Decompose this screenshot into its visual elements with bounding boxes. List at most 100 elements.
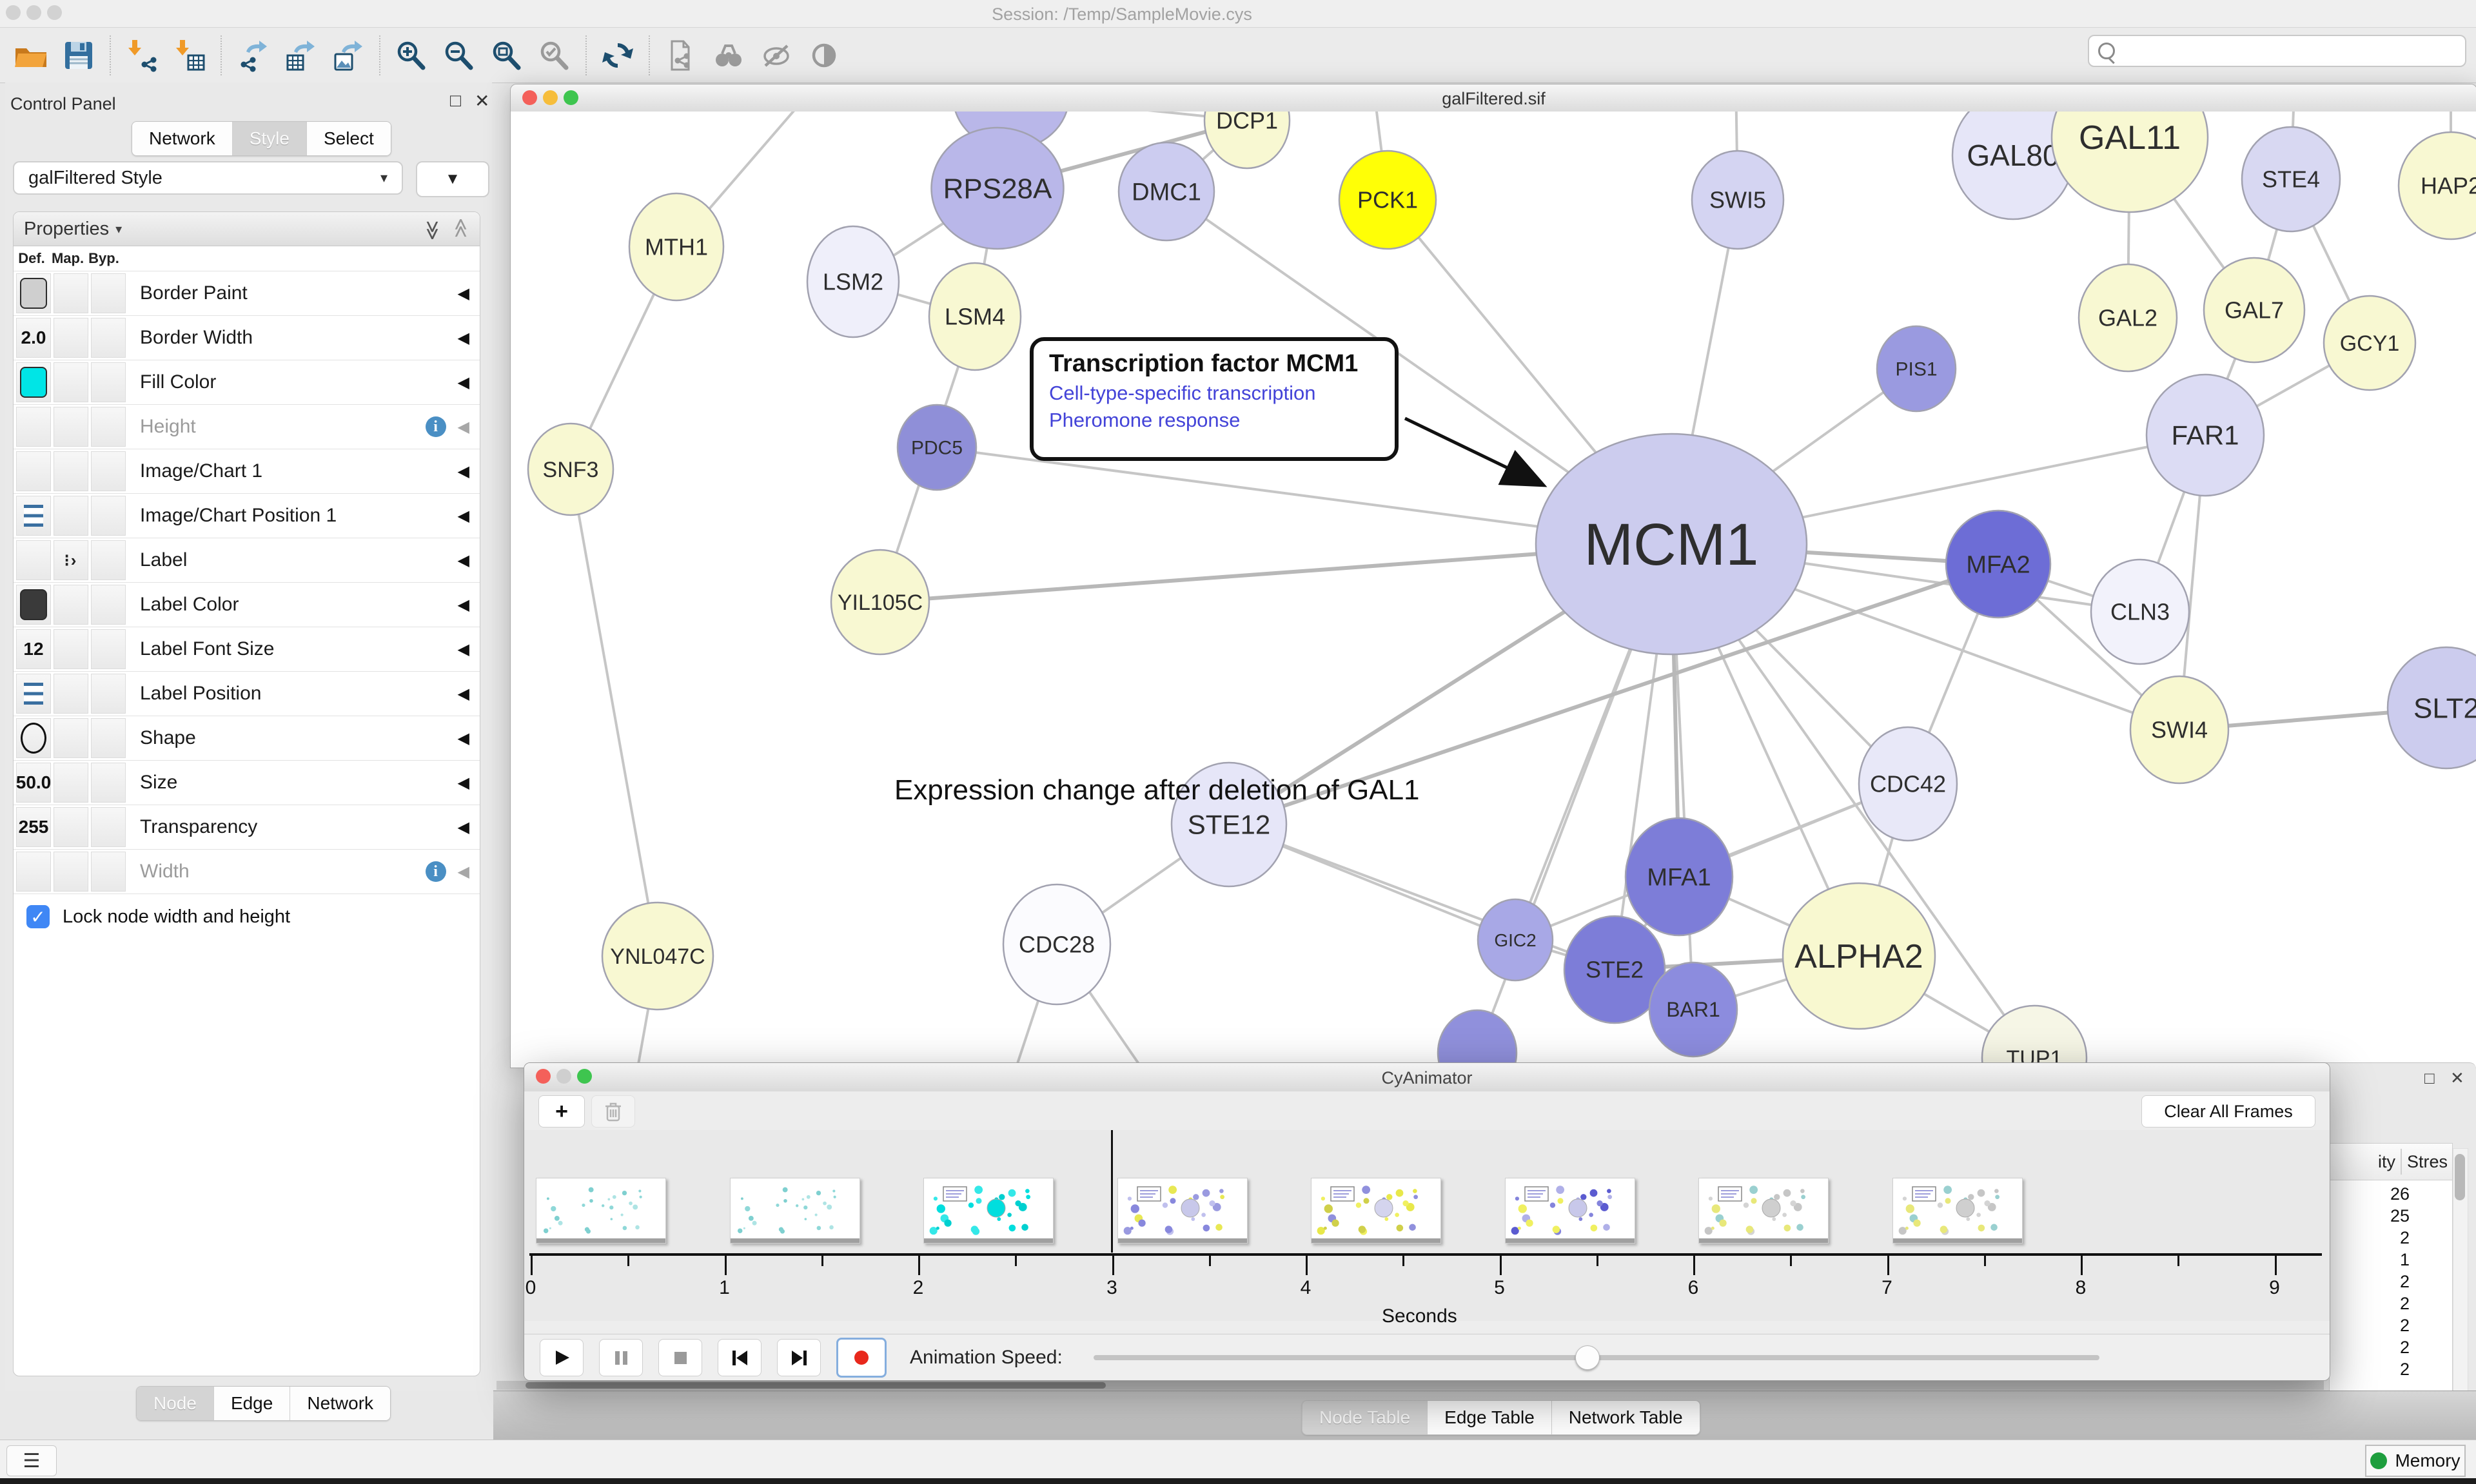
- style-selector-dropdown[interactable]: galFiltered Style ▾: [13, 161, 403, 195]
- property-row-label-font-size[interactable]: 12Label Font Size◀: [14, 627, 480, 671]
- annotation-link[interactable]: Pheromone response: [1049, 409, 1395, 432]
- frame-thumbnail-5[interactable]: [1311, 1178, 1441, 1244]
- import-network-icon[interactable]: [124, 37, 160, 73]
- close-panel-icon[interactable]: ✕: [2450, 1068, 2464, 1088]
- zoom-selected-icon[interactable]: [536, 37, 573, 73]
- annotation-link[interactable]: Cell-type-specific transcription: [1049, 382, 1395, 405]
- close-window-icon[interactable]: [6, 5, 21, 20]
- save-session-icon[interactable]: [61, 37, 97, 73]
- import-table-icon[interactable]: [172, 37, 208, 73]
- network-node-STE4[interactable]: STE4: [2242, 127, 2340, 231]
- next-frame-button[interactable]: [777, 1339, 821, 1376]
- frame-thumbnail-4[interactable]: [1117, 1178, 1248, 1244]
- property-row-border-width[interactable]: 2.0Border Width◀: [14, 315, 480, 360]
- float-panel-icon[interactable]: □: [450, 90, 461, 111]
- network-node-CDC28[interactable]: CDC28: [1003, 884, 1110, 1004]
- network-node-GAL2[interactable]: GAL2: [2079, 264, 2177, 371]
- tab-node[interactable]: Node: [137, 1387, 214, 1420]
- network-window-titlebar[interactable]: galFiltered.sif: [511, 84, 2476, 112]
- frame-thumbnail-1[interactable]: [536, 1178, 666, 1244]
- zoom-fit-icon[interactable]: [489, 37, 525, 73]
- expand-row-icon[interactable]: ◀: [458, 863, 469, 881]
- expand-row-icon[interactable]: ◀: [458, 685, 469, 703]
- export-table-icon[interactable]: [282, 37, 319, 73]
- expand-row-icon[interactable]: ◀: [458, 373, 469, 392]
- network-node-BAR1[interactable]: BAR1: [1649, 962, 1737, 1057]
- network-node-MFA1[interactable]: MFA1: [1626, 818, 1733, 935]
- table-vertical-scrollbar[interactable]: [2453, 1148, 2468, 1394]
- property-row-label[interactable]: ⁝›Label◀: [14, 538, 480, 582]
- memory-button[interactable]: Memory: [2365, 1445, 2466, 1477]
- network-node-CDC42[interactable]: CDC42: [1859, 727, 1957, 841]
- pause-button[interactable]: [599, 1339, 643, 1376]
- frame-thumbnail-6[interactable]: [1505, 1178, 1635, 1244]
- panel-list-button[interactable]: ☰: [6, 1445, 57, 1476]
- expand-row-icon[interactable]: ◀: [458, 462, 469, 481]
- add-frame-button[interactable]: +: [538, 1095, 585, 1128]
- frame-thumbnail-7[interactable]: [1698, 1178, 1829, 1244]
- info-icon[interactable]: i: [426, 861, 446, 882]
- network-node-SWI4[interactable]: SWI4: [2130, 676, 2228, 783]
- slider-thumb[interactable]: [1575, 1345, 1600, 1370]
- property-row-image-chart-1[interactable]: Image/Chart 1◀: [14, 449, 480, 493]
- network-node-PDC5[interactable]: PDC5: [898, 405, 976, 490]
- expand-row-icon[interactable]: ◀: [458, 774, 469, 792]
- hide-eye-icon[interactable]: [758, 37, 794, 73]
- network-node-LSM2[interactable]: LSM2: [807, 226, 899, 337]
- expand-row-icon[interactable]: ◀: [458, 818, 469, 837]
- stop-button[interactable]: [658, 1339, 702, 1376]
- record-button[interactable]: [836, 1338, 887, 1378]
- clear-all-frames-button[interactable]: Clear All Frames: [2141, 1095, 2315, 1128]
- frame-thumbnail-3[interactable]: [923, 1178, 1054, 1244]
- column-header[interactable]: ity: [2330, 1152, 2395, 1172]
- style-options-button[interactable]: ▼: [416, 161, 489, 197]
- expand-row-icon[interactable]: ◀: [458, 729, 469, 748]
- open-session-icon[interactable]: [13, 37, 49, 73]
- refresh-icon[interactable]: [600, 37, 636, 73]
- export-network-icon[interactable]: [235, 37, 271, 73]
- expand-row-icon[interactable]: ◀: [458, 284, 469, 303]
- network-node-YIL105C[interactable]: YIL105C: [831, 550, 929, 654]
- network-node-YNL047C[interactable]: YNL047C: [602, 903, 713, 1010]
- zoom-out-icon[interactable]: [441, 37, 477, 73]
- network-node-SNF3[interactable]: SNF3: [528, 424, 613, 515]
- network-node-GIC2[interactable]: GIC2: [1478, 899, 1553, 981]
- network-node-HAP2[interactable]: HAP2: [2399, 132, 2476, 239]
- property-row-image-chart-position-1[interactable]: Image/Chart Position 1◀: [14, 493, 480, 538]
- tab-edge-table[interactable]: Edge Table: [1428, 1401, 1552, 1434]
- network-node-GAL11[interactable]: GAL11: [2052, 112, 2208, 212]
- frame-thumbnail-8[interactable]: [1892, 1178, 2023, 1244]
- float-panel-icon[interactable]: □: [2424, 1068, 2435, 1088]
- timeline-playhead[interactable]: [1111, 1130, 1113, 1253]
- tab-edge[interactable]: Edge: [214, 1387, 290, 1420]
- animation-speed-slider[interactable]: [1094, 1355, 2099, 1360]
- expand-row-icon[interactable]: ◀: [458, 640, 469, 659]
- show-eye-icon[interactable]: [806, 37, 842, 73]
- network-node-GAL7[interactable]: GAL7: [2204, 258, 2304, 362]
- network-node-RPS28A[interactable]: RPS28A: [932, 128, 1064, 249]
- cyanimator-titlebar[interactable]: CyAnimator: [524, 1063, 2330, 1092]
- property-row-width[interactable]: Widthi◀: [14, 849, 480, 893]
- network-node-DMC1[interactable]: DMC1: [1119, 142, 1214, 240]
- column-header[interactable]: Stres: [2407, 1152, 2448, 1172]
- property-row-height[interactable]: Heighti◀: [14, 404, 480, 449]
- network-node-TUP1[interactable]: TUP1: [1982, 1006, 2087, 1068]
- network-node-botnode[interactable]: [1438, 1010, 1517, 1068]
- minimize-window-icon[interactable]: [26, 5, 41, 20]
- play-button[interactable]: [540, 1339, 584, 1376]
- share-document-icon[interactable]: [663, 37, 699, 73]
- property-row-label-color[interactable]: Label Color◀: [14, 582, 480, 627]
- network-node-ALPHA2[interactable]: ALPHA2: [1783, 883, 1935, 1029]
- search-input[interactable]: [2088, 35, 2466, 67]
- network-node-PIS1[interactable]: PIS1: [1877, 326, 1956, 411]
- expand-row-icon[interactable]: ◀: [458, 329, 469, 347]
- network-node-SWI5[interactable]: SWI5: [1692, 151, 1783, 249]
- lock-size-checkbox[interactable]: ✓: [26, 905, 50, 928]
- network-node-DCP1[interactable]: DCP1: [1204, 112, 1290, 168]
- expand-all-icon[interactable]: ≫: [421, 220, 444, 237]
- property-row-transparency[interactable]: 255Transparency◀: [14, 805, 480, 849]
- property-row-label-position[interactable]: Label Position◀: [14, 671, 480, 716]
- expand-row-icon[interactable]: ◀: [458, 507, 469, 525]
- network-canvas[interactable]: RPS28BDCP1RPS28ADMC1PCK1SWI5GAL80GAL11ST…: [511, 112, 2476, 1068]
- expand-row-icon[interactable]: ◀: [458, 418, 469, 436]
